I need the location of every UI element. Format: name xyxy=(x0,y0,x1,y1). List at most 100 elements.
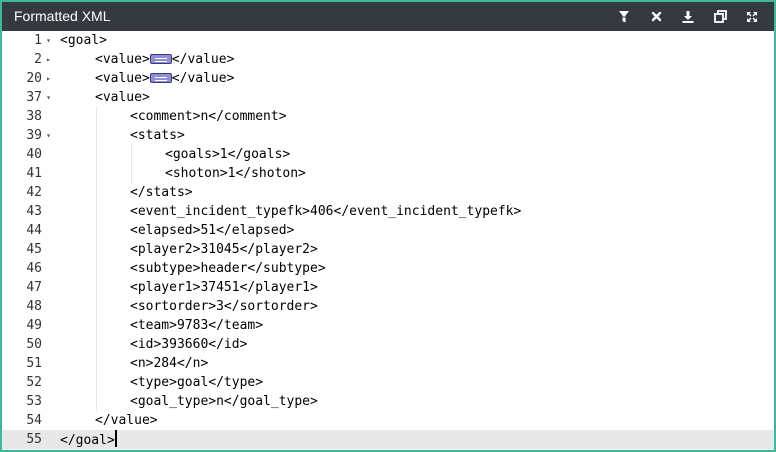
code-line[interactable]: </stats> xyxy=(52,183,774,202)
code-line-content: <elapsed>51</elapsed> xyxy=(130,221,294,240)
xml-text: <subtype>header</subtype> xyxy=(130,261,326,276)
line-number: 54 xyxy=(2,411,52,430)
indent-guide xyxy=(96,392,97,411)
code-line[interactable]: <value> xyxy=(52,88,774,107)
indent-guide xyxy=(96,335,97,354)
code-line-content: </goal> xyxy=(60,430,117,450)
indent-guide xyxy=(96,240,97,259)
download-icon[interactable] xyxy=(672,2,704,31)
code-line[interactable]: <elapsed>51</elapsed> xyxy=(52,221,774,240)
line-number: 40 xyxy=(2,145,52,164)
code-line-content: </value> xyxy=(95,411,158,430)
xml-text: <elapsed>51</elapsed> xyxy=(130,223,295,238)
code-line[interactable]: <comment>n</comment> xyxy=(52,107,774,126)
code-line-content: <value> </value> xyxy=(95,50,234,69)
indent-guide xyxy=(96,145,97,164)
indent-guide xyxy=(96,126,97,145)
xml-open-tag: <value> xyxy=(95,52,150,67)
code-line-content: <id>393660</id> xyxy=(130,335,247,354)
line-number: 20 ▸ xyxy=(2,69,52,88)
xml-text: <goal> xyxy=(60,33,107,48)
code-line-content: <event_incident_typefk>406</event_incide… xyxy=(130,202,521,221)
code-line[interactable]: </value> xyxy=(52,411,774,430)
code-line[interactable]: <value> </value> xyxy=(52,50,774,69)
xml-text: <n>284</n> xyxy=(130,356,209,371)
text-cursor xyxy=(114,430,117,447)
code-line[interactable]: <id>393660</id> xyxy=(52,335,774,354)
code-line[interactable]: <n>284</n> xyxy=(52,354,774,373)
line-number-text: 1 xyxy=(34,33,42,48)
folded-content-icon[interactable] xyxy=(149,73,172,83)
indent-guide xyxy=(131,145,132,164)
line-number: 48 xyxy=(2,297,52,316)
line-number: 45 xyxy=(2,240,52,259)
xml-text: <value> xyxy=(95,90,150,105)
xml-text: <team>9783</team> xyxy=(130,318,264,333)
indent-guide xyxy=(96,164,97,183)
code-line[interactable]: <shoton>1</shoton> xyxy=(52,164,774,183)
xml-text: <shoton>1</shoton> xyxy=(165,166,306,181)
xml-close-tag: </value> xyxy=(171,52,235,67)
indent-guide xyxy=(96,107,97,126)
line-number: 44 xyxy=(2,221,52,240)
xml-text: <goals>1</goals> xyxy=(165,147,291,162)
indent-guide xyxy=(96,202,97,221)
code-line[interactable]: <goal_type>n</goal_type> xyxy=(52,392,774,411)
xml-text: <stats> xyxy=(130,128,185,143)
code-line[interactable]: <stats> xyxy=(52,126,774,145)
line-number: 46 xyxy=(2,259,52,278)
code-line[interactable]: <player1>37451</player1> xyxy=(52,278,774,297)
code-editor[interactable]: 1 ▾ 2 ▸ 20 ▸ 37 ▾ 38 39 ▾ 40 41 42 43 44 45 46 47 48 49 50 51 5… xyxy=(2,31,774,450)
copy-icon[interactable] xyxy=(704,2,736,31)
code-line[interactable]: <player2>31045</player2> xyxy=(52,240,774,259)
line-number: 1 ▾ xyxy=(2,31,52,50)
code-line[interactable]: <team>9783</team> xyxy=(52,316,774,335)
indent-guide xyxy=(96,297,97,316)
window-title: Formatted XML xyxy=(14,8,111,24)
fullscreen-icon[interactable] xyxy=(736,2,768,31)
line-number-text: 53 xyxy=(26,394,42,409)
filter-icon[interactable] xyxy=(608,2,640,31)
clear-icon[interactable] xyxy=(640,2,672,31)
line-number-text: 2 xyxy=(34,52,42,67)
code-line[interactable]: <sortorder>3</sortorder> xyxy=(52,297,774,316)
fold-toggle-icon[interactable]: ▾ xyxy=(46,88,51,107)
line-number-text: 52 xyxy=(26,375,42,390)
folded-content-icon[interactable] xyxy=(149,54,172,64)
code-line[interactable]: <value> </value> xyxy=(52,69,774,88)
fold-toggle-icon[interactable]: ▾ xyxy=(46,31,51,50)
code-line[interactable]: <subtype>header</subtype> xyxy=(52,259,774,278)
line-number-text: 40 xyxy=(26,147,42,162)
code-line[interactable]: </goal> xyxy=(52,430,774,449)
fold-toggle-icon[interactable]: ▸ xyxy=(46,69,51,88)
line-number: 52 xyxy=(2,373,52,392)
line-number: 51 xyxy=(2,354,52,373)
line-number-text: 37 xyxy=(26,90,42,105)
vertical-scrollbar[interactable] xyxy=(768,31,774,450)
indent-guide xyxy=(131,164,132,183)
code-line-content: <value> </value> xyxy=(95,69,234,88)
code-line-content: <subtype>header</subtype> xyxy=(130,259,326,278)
line-number: 38 xyxy=(2,107,52,126)
line-number-text: 49 xyxy=(26,318,42,333)
code-line[interactable]: <goal> xyxy=(52,31,774,50)
code-line-content: </stats> xyxy=(130,183,193,202)
code-area[interactable]: <goal> <value> </value> <value> </value> <val… xyxy=(52,31,774,450)
code-line-content: <shoton>1</shoton> xyxy=(165,164,306,183)
line-number-gutter: 1 ▾ 2 ▸ 20 ▸ 37 ▾ 38 39 ▾ 40 41 42 43 44 45 46 47 48 49 50 51 5… xyxy=(2,31,52,450)
fold-toggle-icon[interactable]: ▾ xyxy=(46,126,51,145)
line-number: 50 xyxy=(2,335,52,354)
line-number-text: 42 xyxy=(26,185,42,200)
line-number-text: 50 xyxy=(26,337,42,352)
line-number: 53 xyxy=(2,392,52,411)
code-line[interactable]: <event_incident_typefk>406</event_incide… xyxy=(52,202,774,221)
indent-guide xyxy=(96,259,97,278)
xml-text: <player2>31045</player2> xyxy=(130,242,318,257)
xml-text: </stats> xyxy=(130,185,193,200)
code-line[interactable]: <goals>1</goals> xyxy=(52,145,774,164)
line-number: 43 xyxy=(2,202,52,221)
xml-text: <event_incident_typefk>406</event_incide… xyxy=(130,204,522,219)
code-line[interactable]: <type>goal</type> xyxy=(52,373,774,392)
code-line-content: <player2>31045</player2> xyxy=(130,240,318,259)
fold-toggle-icon[interactable]: ▸ xyxy=(46,50,51,69)
